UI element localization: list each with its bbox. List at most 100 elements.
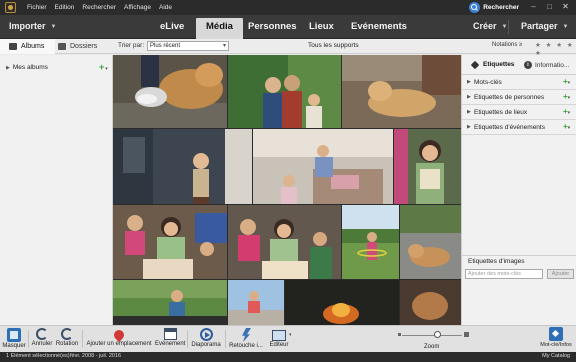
tag-category-mots-cles[interactable]: ▶ Mots-clés +▾ bbox=[462, 75, 576, 90]
search-button[interactable]: Rechercher bbox=[469, 2, 519, 13]
bottom-toolbar: Masquer Annuler Rotation Ajouter un empl… bbox=[0, 325, 576, 352]
photo-thumbnail[interactable] bbox=[394, 129, 461, 204]
add-tag-button[interactable]: +▾ bbox=[563, 107, 570, 116]
albums-panel: ▶ Mes albums +▾ bbox=[0, 55, 113, 325]
photo-thumbnail[interactable] bbox=[113, 55, 227, 128]
expand-icon: ▶ bbox=[6, 65, 10, 71]
location-pin-icon bbox=[111, 327, 127, 343]
mes-albums-item[interactable]: ▶ Mes albums bbox=[6, 64, 48, 71]
tab-dossiers[interactable]: Dossiers bbox=[58, 39, 97, 54]
search-label: Rechercher bbox=[483, 4, 519, 11]
birthday-cake-photo bbox=[113, 205, 227, 279]
rotate-icon bbox=[61, 328, 73, 340]
masquer-label: Masquer bbox=[2, 343, 26, 349]
tag-category-lieux[interactable]: ▶ Etiquettes de lieux +▾ bbox=[462, 105, 576, 120]
tag-category-personnes[interactable]: ▶ Etiquettes de personnes +▾ bbox=[462, 90, 576, 105]
sort-select[interactable]: Plus récent bbox=[147, 41, 229, 51]
photo-thumbnail[interactable] bbox=[113, 280, 227, 325]
menu-fichier[interactable]: Fichier bbox=[27, 4, 47, 11]
diaporama-button[interactable]: Diaporama bbox=[191, 328, 221, 348]
zoom-slider-handle[interactable] bbox=[434, 331, 441, 338]
app-logo-icon bbox=[5, 2, 16, 13]
masquer-button[interactable]: Masquer bbox=[2, 328, 26, 349]
tab-albums[interactable]: Albums bbox=[0, 39, 55, 54]
dog-closeup-photo bbox=[400, 280, 461, 325]
divider bbox=[82, 330, 83, 348]
photo-thumbnail[interactable] bbox=[113, 205, 227, 279]
divider bbox=[508, 20, 509, 34]
image-tags-title: Etiquettes d'images bbox=[468, 258, 525, 265]
add-album-button[interactable]: +▾ bbox=[99, 62, 108, 72]
tab-evenements[interactable]: Evénements bbox=[351, 21, 407, 32]
ajouter-button[interactable]: Ajouter bbox=[547, 269, 574, 279]
tous-les-supports-button[interactable]: Tous les supports bbox=[308, 42, 359, 49]
evenement-button[interactable]: Evénement bbox=[155, 328, 185, 347]
creer-button[interactable]: Créer ▼ bbox=[473, 21, 507, 31]
tab-media[interactable]: Média bbox=[196, 18, 243, 39]
dog-sneaker-photo bbox=[113, 55, 227, 128]
tab-lieux[interactable]: Lieux bbox=[309, 21, 334, 32]
add-tag-button[interactable]: +▾ bbox=[563, 122, 570, 131]
retouche-button[interactable]: Retouche i... bbox=[228, 328, 264, 349]
close-icon[interactable]: ✕ bbox=[559, 1, 572, 13]
photo-thumbnail[interactable] bbox=[400, 205, 461, 279]
add-tag-button[interactable]: +▾ bbox=[563, 77, 570, 86]
photo-thumbnail[interactable] bbox=[113, 129, 252, 204]
photo-thumbnail[interactable] bbox=[285, 280, 399, 325]
expand-icon: ▶ bbox=[467, 124, 471, 130]
catalog-name[interactable]: My Catalog bbox=[542, 353, 570, 359]
editor-icon bbox=[272, 330, 286, 341]
rotation-button[interactable]: Rotation bbox=[55, 328, 79, 347]
photo-thumbnail[interactable] bbox=[253, 129, 393, 204]
etiquettes-label: Etiquettes bbox=[483, 61, 515, 68]
zoom-out-icon[interactable] bbox=[398, 333, 401, 336]
divider bbox=[28, 330, 29, 348]
menu-rechercher[interactable]: Rechercher bbox=[82, 4, 116, 11]
rating-operator[interactable]: ≥ bbox=[519, 42, 522, 48]
tag-category-evenements[interactable]: ▶ Etiquettes d'événements +▾ bbox=[462, 120, 576, 135]
chevron-down-icon: ▼ bbox=[562, 24, 569, 30]
minimize-icon[interactable]: – bbox=[527, 1, 540, 13]
hula-hoop-photo bbox=[342, 205, 399, 279]
partager-button[interactable]: Partager ▼ bbox=[521, 21, 568, 31]
tab-etiquettes[interactable]: Etiquettes bbox=[470, 60, 515, 69]
importer-label: Importer bbox=[9, 21, 46, 31]
ajouter-emplacement-button[interactable]: Ajouter un emplacement bbox=[84, 327, 154, 347]
kids-jumping-photo bbox=[253, 129, 393, 204]
tab-informations[interactable]: i Informatio... bbox=[524, 61, 569, 69]
keyword-input[interactable]: Ajouter des mots-clés bbox=[465, 269, 543, 279]
photo-thumbnail[interactable] bbox=[228, 55, 341, 128]
menu-edition[interactable]: Edition bbox=[55, 4, 75, 11]
mes-albums-label: Mes albums bbox=[12, 64, 48, 71]
photo-thumbnail[interactable] bbox=[228, 280, 284, 325]
info-icon: i bbox=[524, 61, 532, 69]
boy-doorway-photo bbox=[113, 129, 252, 204]
top-navigation: Importer ▼ eLive Média Personnes Lieux Ev… bbox=[0, 15, 576, 39]
photo-thumbnail[interactable] bbox=[400, 280, 461, 325]
zoom-in-icon[interactable] bbox=[464, 332, 469, 337]
informations-label: Informatio... bbox=[535, 61, 570, 69]
expand-icon: ▶ bbox=[467, 109, 471, 115]
mots-cles-infos-button[interactable]: Mot-clé/Infos bbox=[538, 326, 574, 352]
editeur-button[interactable]: Editeur bbox=[266, 328, 292, 348]
category-label: Etiquettes d'événements bbox=[474, 124, 545, 131]
zoom-slider[interactable] bbox=[402, 335, 462, 336]
tab-personnes[interactable]: Personnes bbox=[248, 21, 297, 32]
maximize-icon[interactable]: □ bbox=[543, 1, 556, 13]
chevron-down-icon[interactable]: ▾ bbox=[289, 332, 292, 338]
trampoline-photo bbox=[113, 280, 227, 325]
menu-aide[interactable]: Aide bbox=[159, 4, 172, 11]
add-tag-button[interactable]: +▾ bbox=[563, 92, 570, 101]
rotation-label: Rotation bbox=[55, 341, 79, 347]
annuler-button[interactable]: Annuler bbox=[31, 328, 53, 347]
photo-thumbnail[interactable] bbox=[228, 205, 341, 279]
tab-elive[interactable]: eLive bbox=[160, 21, 184, 32]
lightning-icon bbox=[242, 328, 251, 342]
divider bbox=[187, 330, 188, 348]
annuler-label: Annuler bbox=[31, 341, 53, 347]
sub-header: Albums Dossiers Trier par: Plus récent T… bbox=[0, 39, 576, 57]
photo-thumbnail[interactable] bbox=[342, 205, 399, 279]
photo-thumbnail[interactable] bbox=[342, 55, 461, 128]
importer-button[interactable]: Importer ▼ bbox=[9, 21, 56, 31]
menu-affichage[interactable]: Affichage bbox=[124, 4, 151, 11]
